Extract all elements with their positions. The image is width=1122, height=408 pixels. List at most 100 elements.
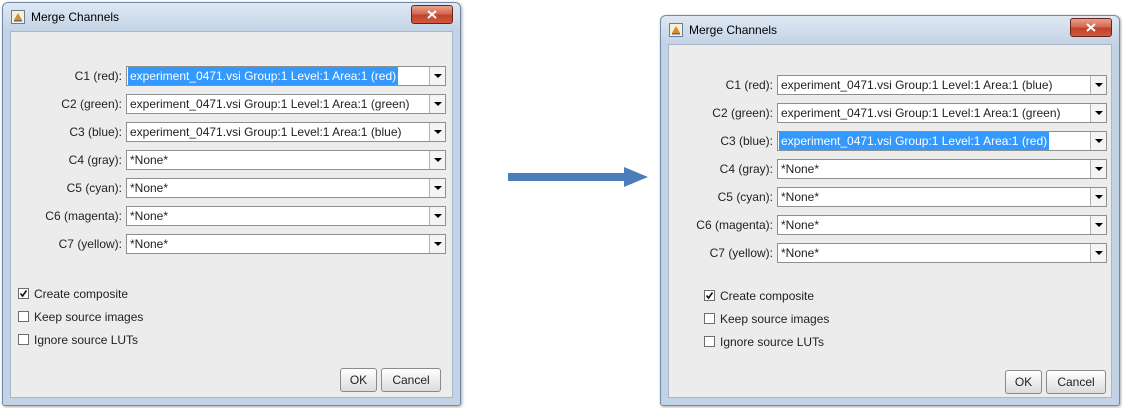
triangle-down-icon (1095, 251, 1103, 255)
channel-label: C6 (magenta): (45, 209, 122, 223)
channel-row-c2: C2 (green): experiment_0471.vsi Group:1 … (669, 103, 1115, 123)
java-window-icon (11, 10, 25, 24)
channel-select-value: experiment_0471.vsi Group:1 Level:1 Area… (781, 106, 1061, 120)
dropdown-button[interactable] (429, 95, 445, 113)
dropdown-button[interactable] (429, 151, 445, 169)
channel-select-value: *None* (781, 218, 820, 232)
triangle-down-icon (434, 130, 442, 134)
channel-select-c2[interactable]: experiment_0471.vsi Group:1 Level:1 Area… (777, 103, 1107, 123)
checkbox-box[interactable] (704, 336, 715, 347)
channel-select-c3[interactable]: experiment_0471.vsi Group:1 Level:1 Area… (777, 131, 1107, 151)
dropdown-button[interactable] (429, 67, 445, 85)
cancel-button[interactable]: Cancel (381, 368, 441, 392)
title-bar[interactable]: Merge Channels (661, 16, 1119, 44)
checkbox-label: Create composite (720, 289, 815, 303)
checkbox-box[interactable] (18, 288, 29, 299)
channel-select-c5[interactable]: *None* (777, 187, 1107, 207)
channel-row-c6: C6 (magenta): *None* (669, 215, 1115, 235)
channel-label: C3 (blue): (69, 125, 122, 139)
triangle-down-icon (1095, 195, 1103, 199)
keep-source-images-checkbox[interactable]: Keep source images (704, 311, 904, 327)
channel-row-c7: C7 (yellow): *None* (669, 243, 1115, 263)
channel-label: C7 (yellow): (58, 237, 122, 251)
keep-source-images-checkbox[interactable]: Keep source images (18, 309, 218, 325)
channel-select-c5[interactable]: *None* (126, 178, 446, 198)
channel-select-value: *None* (781, 190, 820, 204)
channel-row-c5: C5 (cyan): *None* (11, 178, 451, 198)
checkbox-box[interactable] (18, 311, 29, 322)
channel-label: C7 (yellow): (709, 246, 773, 260)
close-x-icon (427, 10, 437, 19)
create-composite-checkbox[interactable]: Create composite (704, 288, 904, 304)
channel-label: C4 (gray): (719, 162, 773, 176)
dropdown-button[interactable] (1090, 104, 1106, 122)
channel-select-value: experiment_0471.vsi Group:1 Level:1 Area… (781, 78, 1053, 92)
channel-select-value: experiment_0471.vsi Group:1 Level:1 Area… (128, 67, 399, 85)
dropdown-button[interactable] (1090, 188, 1106, 206)
window-title: Merge Channels (31, 10, 120, 24)
channel-label: C3 (blue): (720, 134, 773, 148)
dropdown-button[interactable] (429, 207, 445, 225)
channel-select-value: *None* (781, 162, 820, 176)
close-button[interactable] (1070, 18, 1112, 37)
channel-select-c6[interactable]: *None* (126, 206, 446, 226)
create-composite-checkbox[interactable]: Create composite (18, 286, 218, 302)
merge-channels-dialog-after: Merge Channels C1 (red): experiment_0471… (660, 15, 1120, 406)
channel-label: C4 (gray): (68, 153, 122, 167)
checkbox-box[interactable] (18, 334, 29, 345)
dropdown-button[interactable] (1090, 76, 1106, 94)
channel-select-c7[interactable]: *None* (777, 243, 1107, 263)
channel-select-c1[interactable]: experiment_0471.vsi Group:1 Level:1 Area… (777, 75, 1107, 95)
channel-row-c1: C1 (red): experiment_0471.vsi Group:1 Le… (669, 75, 1115, 95)
channel-select-c2[interactable]: experiment_0471.vsi Group:1 Level:1 Area… (126, 94, 446, 114)
channel-select-value: *None* (130, 153, 169, 167)
right-arrow-icon (508, 167, 648, 187)
channel-select-c6[interactable]: *None* (777, 215, 1107, 235)
triangle-down-icon (434, 242, 442, 246)
java-window-icon (669, 23, 683, 37)
title-bar[interactable]: Merge Channels (3, 3, 460, 31)
channel-select-value: experiment_0471.vsi Group:1 Level:1 Area… (130, 97, 410, 111)
dropdown-button[interactable] (429, 123, 445, 141)
channel-select-value: experiment_0471.vsi Group:1 Level:1 Area… (130, 125, 402, 139)
checkmark-icon (19, 290, 28, 298)
ok-button[interactable]: OK (340, 368, 377, 392)
channel-label: C5 (cyan): (717, 190, 773, 204)
checkmark-icon (705, 292, 714, 300)
dropdown-button[interactable] (1090, 216, 1106, 234)
channel-label: C2 (green): (61, 97, 122, 111)
ok-button[interactable]: OK (1005, 370, 1042, 394)
triangle-down-icon (434, 102, 442, 106)
channel-row-c3: C3 (blue): experiment_0471.vsi Group:1 L… (669, 131, 1115, 151)
window-title: Merge Channels (689, 23, 778, 37)
channel-select-c4[interactable]: *None* (777, 159, 1107, 179)
dropdown-button[interactable] (429, 179, 445, 197)
channel-select-value: experiment_0471.vsi Group:1 Level:1 Area… (779, 132, 1050, 150)
channel-select-c1[interactable]: experiment_0471.vsi Group:1 Level:1 Area… (126, 66, 446, 86)
ignore-source-luts-checkbox[interactable]: Ignore source LUTs (18, 332, 218, 348)
dropdown-button[interactable] (1090, 244, 1106, 262)
checkbox-box[interactable] (704, 313, 715, 324)
dialog-content: C1 (red): experiment_0471.vsi Group:1 Le… (668, 44, 1112, 398)
triangle-down-icon (434, 214, 442, 218)
channel-select-c3[interactable]: experiment_0471.vsi Group:1 Level:1 Area… (126, 122, 446, 142)
channel-select-c4[interactable]: *None* (126, 150, 446, 170)
dropdown-button[interactable] (1090, 160, 1106, 178)
channel-row-c4: C4 (gray): *None* (11, 150, 451, 170)
dropdown-button[interactable] (1090, 132, 1106, 150)
checkbox-box[interactable] (704, 290, 715, 301)
cancel-button[interactable]: Cancel (1046, 370, 1106, 394)
checkbox-label: Create composite (34, 287, 129, 301)
channel-label: C1 (red): (74, 69, 122, 83)
dropdown-button[interactable] (429, 235, 445, 253)
channel-label: C6 (magenta): (696, 218, 773, 232)
channel-row-c3: C3 (blue): experiment_0471.vsi Group:1 L… (11, 122, 451, 142)
channel-select-c7[interactable]: *None* (126, 234, 446, 254)
triangle-down-icon (1095, 139, 1103, 143)
ignore-source-luts-checkbox[interactable]: Ignore source LUTs (704, 334, 904, 350)
checkbox-label: Ignore source LUTs (720, 335, 825, 349)
close-button[interactable] (411, 5, 453, 24)
triangle-down-icon (1095, 167, 1103, 171)
channel-select-value: *None* (781, 246, 820, 260)
channel-label: C1 (red): (725, 78, 773, 92)
